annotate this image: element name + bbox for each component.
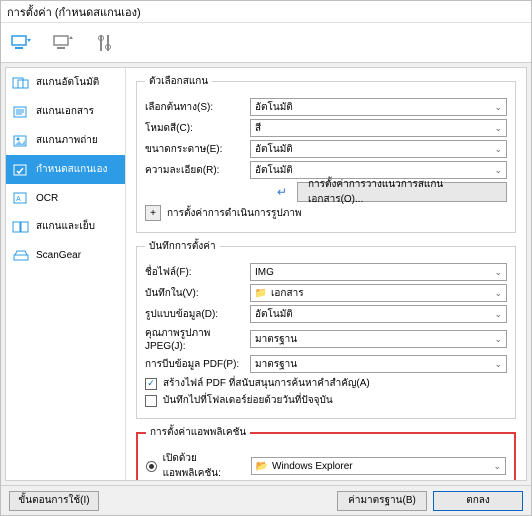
sidebar: สแกนอัตโนมัติ สแกนเอกสาร สแกนภาพถ่าย กำห… <box>6 68 126 480</box>
jpeg-dropdown[interactable]: มาตรฐาน⌄ <box>250 330 507 348</box>
reset-icon[interactable]: ↵ <box>277 185 287 199</box>
app-settings-group: การตั้งค่าแอพพลิเคชัน เปิดด้วยแอพพลิเคชั… <box>136 425 516 480</box>
sidebar-item-stitch[interactable]: สแกนและเย็บ <box>6 212 125 241</box>
auto-icon <box>12 76 30 90</box>
chevron-down-icon: ⌄ <box>488 288 502 299</box>
main-panel: ตัวเลือกสแกน เลือกต้นทาง(S): อัตโนมัติ⌄ … <box>126 68 526 480</box>
stitch-icon <box>12 220 30 234</box>
toolbar <box>1 23 531 63</box>
pdf-label: การบีบข้อมูล PDF(P): <box>145 357 250 372</box>
sidebar-item-photo[interactable]: สแกนภาพถ่าย <box>6 126 125 155</box>
sidebar-item-label: ScanGear <box>36 250 81 261</box>
jpeg-label: คุณภาพรูปภาพ JPEG(J): <box>145 326 250 352</box>
svg-text:A: A <box>16 196 21 203</box>
scan-options-group: ตัวเลือกสแกน เลือกต้นทาง(S): อัตโนมัติ⌄ … <box>136 74 516 233</box>
photo-icon <box>12 134 30 148</box>
defaults-button[interactable]: ค่ามาตรฐาน(B) <box>337 491 427 511</box>
chevron-down-icon: ⌄ <box>488 334 502 345</box>
resolution-label: ความละเอียด(R): <box>145 163 250 178</box>
titlebar: การตั้งค่า (กำหนดสแกนเอง) <box>1 1 531 23</box>
pdf-keyword-checkbox[interactable]: ✓ สร้างไฟล์ PDF ที่สนับสนุนการค้นหาคำสำค… <box>145 376 507 391</box>
pdf-dropdown[interactable]: มาตรฐาน⌄ <box>250 355 507 373</box>
sidebar-item-label: สแกนเอกสาร <box>36 104 94 119</box>
window-title: การตั้งค่า (กำหนดสแกนเอง) <box>7 3 141 21</box>
sidebar-item-ocr[interactable]: A OCR <box>6 184 125 212</box>
filename-label: ชื่อไฟล์(F): <box>145 265 250 280</box>
ocr-icon: A <box>12 191 30 205</box>
folder-dropdown[interactable]: 📁เอกสาร⌄ <box>250 284 507 302</box>
scan-from-computer-icon[interactable] <box>9 31 33 55</box>
chevron-down-icon: ⌄ <box>488 267 502 278</box>
sidebar-item-label: OCR <box>36 193 58 204</box>
save-settings-group: บันทึกการตั้งค่า ชื่อไฟล์(F): IMG⌄ บันทึ… <box>136 239 516 419</box>
sidebar-item-custom[interactable]: กำหนดสแกนเอง <box>6 155 125 184</box>
format-label: รูปแบบข้อมูล(D): <box>145 307 250 322</box>
checkbox-unchecked-icon <box>145 395 157 407</box>
paper-label: ขนาดกระดาษ(E): <box>145 142 250 157</box>
tools-icon[interactable] <box>93 31 117 55</box>
sidebar-item-label: สแกนภาพถ่าย <box>36 133 98 148</box>
bottom-bar: ขั้นตอนการใช้(I) ค่ามาตรฐาน(B) ตกลง <box>1 485 531 515</box>
folder-icon: 📁 <box>255 287 267 299</box>
chevron-down-icon: ⌄ <box>488 309 502 320</box>
mode-dropdown[interactable]: สี⌄ <box>250 119 507 137</box>
source-dropdown[interactable]: อัตโนมัติ⌄ <box>250 98 507 116</box>
chevron-down-icon: ⌄ <box>487 461 501 472</box>
mode-label: โหมดสี(C): <box>145 121 250 136</box>
scangear-icon <box>12 248 30 262</box>
custom-icon <box>12 163 30 177</box>
checkbox-label: สร้างไฟล์ PDF ที่สนับสนุนการค้นหาคำสำคัญ… <box>163 376 370 391</box>
open-with-dropdown[interactable]: 📂Windows Explorer⌄ <box>251 457 506 475</box>
ok-button[interactable]: ตกลง <box>433 491 523 511</box>
sidebar-item-document[interactable]: สแกนเอกสาร <box>6 97 125 126</box>
app-settings-legend: การตั้งค่าแอพพลิเคชัน <box>146 425 250 440</box>
paper-dropdown[interactable]: อัตโนมัติ⌄ <box>250 140 507 158</box>
settings-window: การตั้งค่า (กำหนดสแกนเอง) สแกนอัตโนมัติ … <box>0 0 532 516</box>
sidebar-item-scangear[interactable]: ScanGear <box>6 241 125 269</box>
chevron-down-icon: ⌄ <box>488 165 502 176</box>
sidebar-item-label: สแกนอัตโนมัติ <box>36 75 99 90</box>
checkbox-label: บันทึกไปที่โฟลเดอร์ย่อยด้วยวันที่ปัจจุบั… <box>163 393 333 408</box>
doc-orientation-button[interactable]: การตั้งค่าการวางแนวการสแกนเอกสาร(O)... <box>297 182 507 202</box>
scan-options-legend: ตัวเลือกสแกน <box>145 74 212 89</box>
image-processing-label: การตั้งค่าการดำเนินการรูปภาพ <box>167 206 302 221</box>
sidebar-item-label: กำหนดสแกนเอง <box>36 162 107 177</box>
save-settings-legend: บันทึกการตั้งค่า <box>145 239 220 254</box>
chevron-down-icon: ⌄ <box>488 123 502 134</box>
expand-image-processing-button[interactable]: + <box>145 205 161 221</box>
chevron-down-icon: ⌄ <box>488 144 502 155</box>
save-subfolder-checkbox[interactable]: บันทึกไปที่โฟลเดอร์ย่อยด้วยวันที่ปัจจุบั… <box>145 393 507 408</box>
content-area: สแกนอัตโนมัติ สแกนเอกสาร สแกนภาพถ่าย กำห… <box>5 67 527 481</box>
chevron-down-icon: ⌄ <box>488 102 502 113</box>
chevron-down-icon: ⌄ <box>488 359 502 370</box>
source-label: เลือกต้นทาง(S): <box>145 100 250 115</box>
radio-label: เปิดด้วยแอพพลิเคชัน: <box>163 451 251 480</box>
instructions-button[interactable]: ขั้นตอนการใช้(I) <box>9 491 99 511</box>
checkbox-checked-icon: ✓ <box>145 378 157 390</box>
radio-selected-icon <box>146 461 157 472</box>
folder-label: บันทึกใน(V): <box>145 286 250 301</box>
sidebar-item-label: สแกนและเย็บ <box>36 219 95 234</box>
explorer-icon: 📂 <box>256 460 268 472</box>
filename-combo[interactable]: IMG⌄ <box>250 263 507 281</box>
document-icon <box>12 105 30 119</box>
sidebar-item-auto[interactable]: สแกนอัตโนมัติ <box>6 68 125 97</box>
open-with-radio[interactable]: เปิดด้วยแอพพลิเคชัน: <box>146 451 251 480</box>
format-dropdown[interactable]: อัตโนมัติ⌄ <box>250 305 507 323</box>
scan-from-panel-icon[interactable] <box>51 31 75 55</box>
